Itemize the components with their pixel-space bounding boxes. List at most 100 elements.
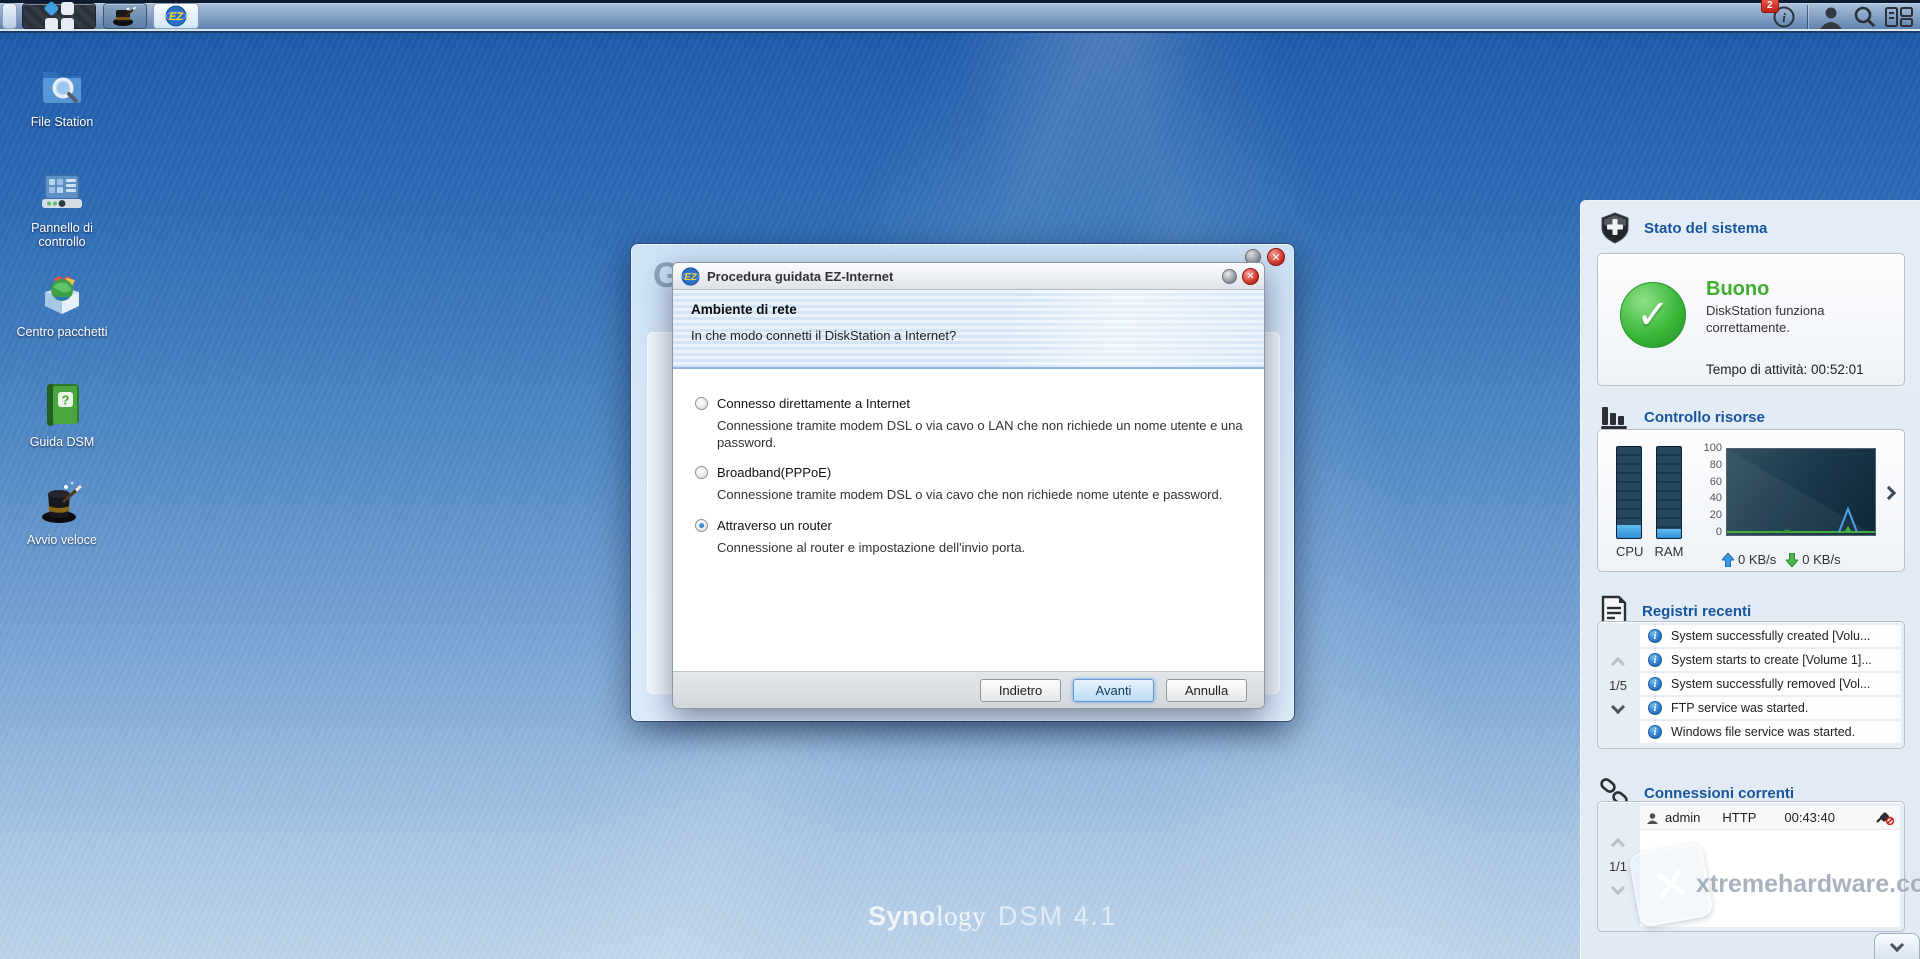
- log-text: FTP service was started.: [1671, 701, 1808, 715]
- info-icon: i: [1648, 629, 1662, 643]
- download-arrow-icon: [1786, 553, 1798, 567]
- cancel-button[interactable]: Annulla: [1166, 679, 1247, 702]
- radio-option-pppoe[interactable]: Broadband(PPPoE): [695, 465, 1240, 480]
- ram-gauge-fill: [1657, 529, 1681, 538]
- close-icon: ✕: [1271, 251, 1280, 264]
- widgets-icon: [1885, 6, 1913, 28]
- cpu-gauge: [1616, 446, 1642, 539]
- desktop-icon-label: Avvio veloce: [8, 533, 116, 547]
- cpu-gauge-fill: [1617, 525, 1641, 538]
- dialog-body: Connesso direttamente a Internet Conness…: [673, 369, 1264, 671]
- desktop-icon-label: File Station: [8, 115, 116, 129]
- radio-icon[interactable]: [695, 466, 708, 479]
- desktop-icon-label: Guida DSM: [8, 435, 116, 449]
- notifications-button[interactable]: i 2: [1767, 3, 1801, 30]
- log-row[interactable]: iSystem starts to create [Volume 1]...: [1640, 649, 1901, 671]
- resource-monitor-card[interactable]: CPU RAM 10080 6040 200 0: [1597, 429, 1905, 572]
- info-icon: i: [1648, 701, 1662, 715]
- minimize-button[interactable]: [1222, 269, 1237, 284]
- dsm-version: DSM 4.1: [998, 901, 1117, 931]
- desktop-icon-control-panel[interactable]: Pannello di controllo: [8, 168, 116, 250]
- radio-option-router[interactable]: Attraverso un router: [695, 518, 1240, 533]
- taskbar-right: i 2: [1767, 0, 1920, 33]
- info-icon: i: [1648, 677, 1662, 691]
- logs-pager: 1/5: [1598, 622, 1638, 748]
- expand-resource-monitor-chevron[interactable]: [1882, 486, 1896, 500]
- ram-gauge: [1656, 446, 1682, 539]
- taskbar-ez-internet-button[interactable]: EZ: [153, 3, 199, 29]
- upload-arrow-icon: [1722, 553, 1734, 567]
- main-menu-button[interactable]: [22, 3, 96, 29]
- radio-icon-selected[interactable]: [695, 519, 708, 532]
- user-menu-button[interactable]: [1814, 3, 1848, 30]
- desktop-icon-label: Centro pacchetti: [8, 325, 116, 339]
- notification-badge: 2: [1761, 0, 1779, 13]
- back-button[interactable]: Indietro: [980, 679, 1061, 702]
- status-description: DiskStation funziona correttamente.: [1706, 303, 1881, 337]
- widget-title: Connessioni correnti: [1644, 785, 1794, 802]
- network-legend: 0 KB/s 0 KB/s: [1722, 552, 1841, 567]
- page-up-chevron[interactable]: [1611, 838, 1625, 852]
- disconnect-icon[interactable]: [1876, 811, 1894, 825]
- desktop-icon-package-center[interactable]: Centro pacchetti: [8, 272, 116, 339]
- desktop-icon-quick-start[interactable]: Avvio veloce: [8, 480, 116, 547]
- connections-pager: 1/1: [1598, 802, 1638, 931]
- connection-protocol: HTTP: [1722, 810, 1756, 825]
- connection-user: admin: [1665, 810, 1700, 825]
- dialog-footer: Indietro Avanti Annulla: [673, 671, 1264, 708]
- taskbar-quick-start-button[interactable]: [103, 3, 147, 29]
- dialog-titlebar[interactable]: EZ Procedura guidata EZ-Internet ✕: [673, 263, 1264, 290]
- log-text: Windows file service was started.: [1671, 725, 1855, 739]
- radio-label: Attraverso un router: [717, 518, 832, 533]
- page-up-chevron[interactable]: [1611, 656, 1625, 670]
- log-row[interactable]: i System successfully removed [Vol...: [1640, 673, 1901, 695]
- page-down-chevron[interactable]: [1611, 699, 1625, 713]
- connection-list: admin HTTP 00:43:40: [1640, 806, 1900, 927]
- bar-chart-icon: [1599, 403, 1631, 431]
- log-row[interactable]: i FTP service was started.: [1640, 697, 1901, 719]
- page-down-chevron[interactable]: [1611, 881, 1625, 895]
- desktop-icon-file-station[interactable]: File Station: [8, 62, 116, 129]
- main-menu-icon: [45, 2, 74, 31]
- connection-row[interactable]: admin HTTP 00:43:40: [1640, 806, 1900, 830]
- log-row[interactable]: iWindows file service was started.: [1640, 721, 1901, 743]
- chevron-down-icon: [1890, 937, 1904, 951]
- next-button[interactable]: Avanti: [1073, 679, 1154, 702]
- log-row[interactable]: iSystem successfully created [Volu...: [1640, 625, 1901, 647]
- radio-label: Connesso direttamente a Internet: [717, 396, 910, 411]
- ez-internet-wizard-dialog: EZ Procedura guidata EZ-Internet ✕ Ambie…: [672, 262, 1265, 709]
- network-activity-chart: [1726, 448, 1876, 536]
- sidebar-collapse-tab[interactable]: [1874, 933, 1920, 959]
- close-button[interactable]: ✕: [1267, 248, 1285, 266]
- magician-hat-icon: [112, 5, 138, 27]
- brand-bold: Syno: [868, 901, 936, 931]
- current-connections-card: 1/1 admin HTTP 00:43:40: [1597, 801, 1905, 932]
- desktop-icon-dsm-help[interactable]: ? Guida DSM: [8, 382, 116, 449]
- svg-text:EZ: EZ: [169, 11, 184, 23]
- uptime-label: Tempo di attività: 00:52:01: [1706, 362, 1864, 377]
- page-indicator: 1/5: [1609, 678, 1627, 693]
- taskbar: EZ i 2: [0, 0, 1920, 33]
- page-indicator: 1/1: [1609, 859, 1627, 874]
- dialog-step-header: Ambiente di rete In che modo connetti il…: [673, 290, 1264, 369]
- svg-text:EZ: EZ: [684, 271, 697, 282]
- package-center-icon: [39, 272, 85, 318]
- ez-internet-icon: EZ: [681, 267, 700, 286]
- radio-description: Connessione tramite modem DSL o via cavo…: [717, 418, 1245, 451]
- magician-hat-icon: [39, 480, 85, 526]
- search-icon: [1853, 5, 1877, 29]
- radio-option-direct[interactable]: Connesso direttamente a Internet: [695, 396, 1240, 411]
- show-desktop-button[interactable]: [2, 3, 17, 29]
- radio-icon[interactable]: [695, 397, 708, 410]
- log-text: System successfully removed [Vol...: [1671, 677, 1870, 691]
- chart-y-axis: 10080 6040 200: [1692, 442, 1722, 538]
- step-title: Ambiente di rete: [691, 302, 1246, 317]
- user-icon: [1818, 5, 1844, 29]
- ez-internet-icon: EZ: [165, 5, 187, 27]
- recent-logs-card: 1/5 iSystem successfully created [Volu..…: [1597, 621, 1905, 749]
- search-button[interactable]: [1848, 3, 1882, 30]
- step-question: In che modo connetti il DiskStation a In…: [691, 328, 1246, 343]
- check-glyph: ✓: [1636, 292, 1670, 338]
- close-button[interactable]: ✕: [1242, 268, 1259, 285]
- pilot-view-button[interactable]: [1882, 3, 1916, 30]
